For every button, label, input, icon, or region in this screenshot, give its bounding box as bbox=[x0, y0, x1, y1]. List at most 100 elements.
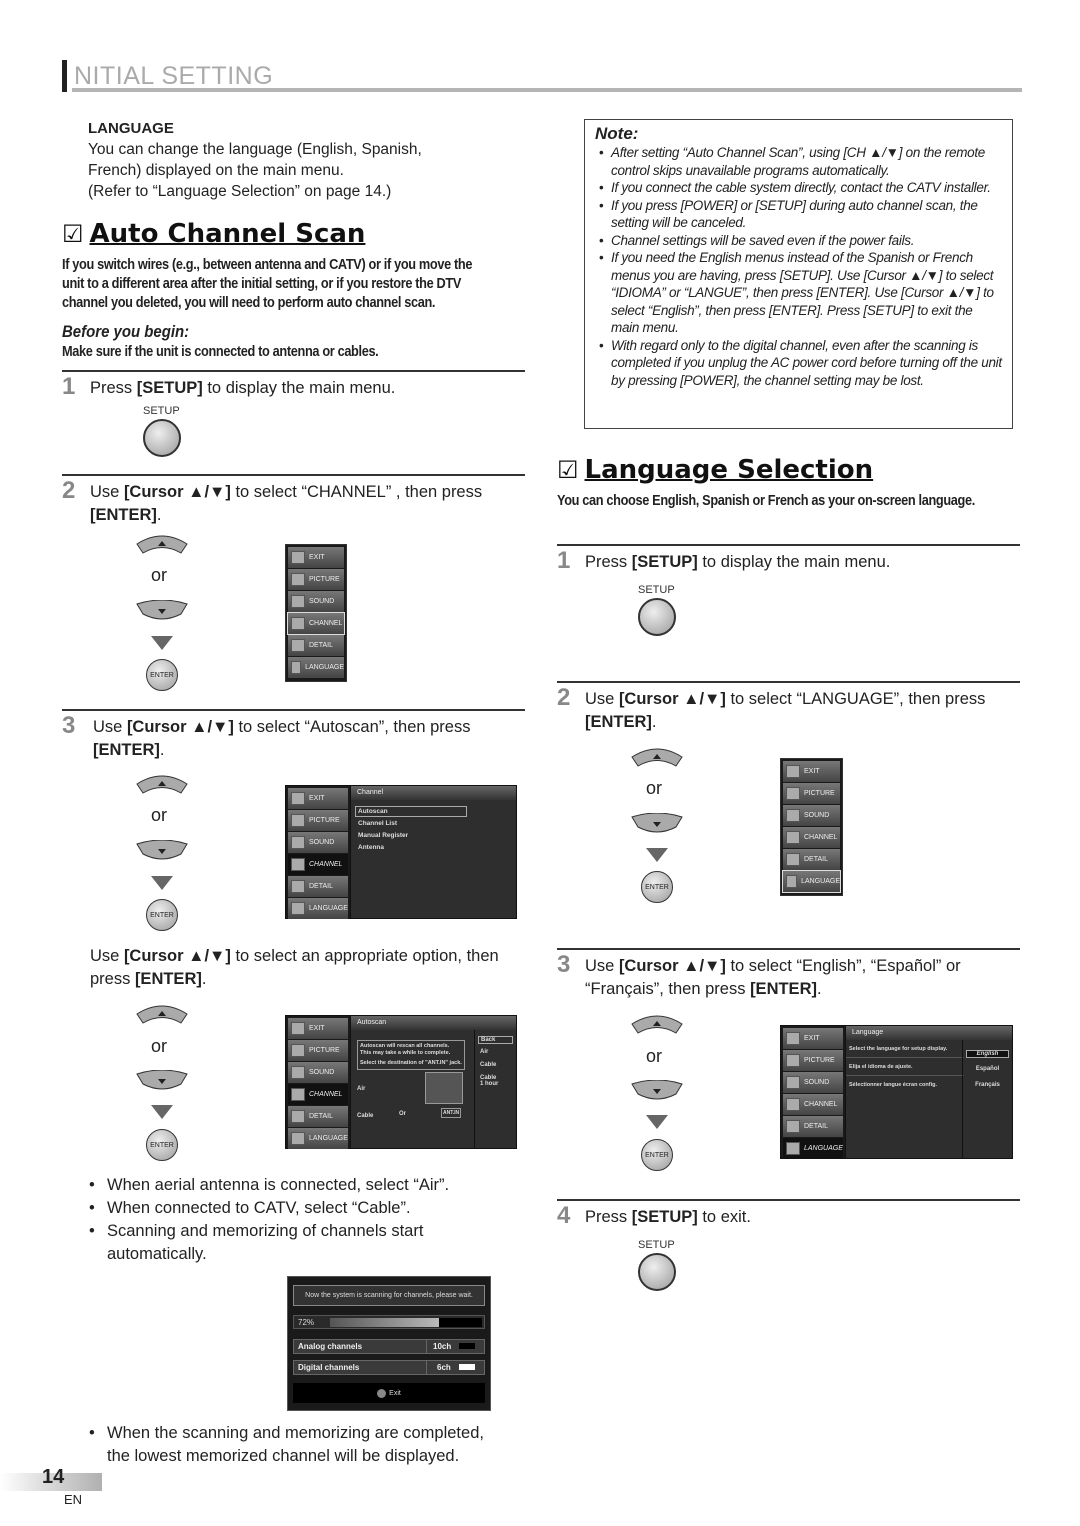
option-cable[interactable]: Cable bbox=[478, 1062, 513, 1068]
menu-item-exit[interactable]: EXIT bbox=[288, 1018, 348, 1039]
menu-item-sound[interactable]: SOUND bbox=[783, 805, 840, 826]
step-text: . bbox=[156, 506, 162, 524]
menu-item-sound[interactable]: SOUND bbox=[783, 1072, 843, 1093]
language-intro: LANGUAGE You can change the language (En… bbox=[88, 118, 518, 202]
menu-label: SOUND bbox=[804, 812, 830, 819]
setup-button[interactable] bbox=[638, 1253, 676, 1291]
menu-item-language[interactable]: LANGUAGE bbox=[288, 898, 348, 919]
menu-item-exit[interactable]: EXIT bbox=[783, 761, 840, 782]
channel-option[interactable]: Antenna bbox=[355, 844, 512, 851]
menu-item-detail[interactable]: DETAIL bbox=[288, 1106, 348, 1127]
step-divider bbox=[557, 544, 1020, 546]
menu-item-channel[interactable]: CHANNEL bbox=[783, 1094, 843, 1115]
option-francais[interactable]: Français bbox=[966, 1082, 1009, 1088]
menu-item-sound[interactable]: SOUND bbox=[288, 591, 344, 612]
detail-icon bbox=[291, 880, 305, 893]
channel-option[interactable]: Channel List bbox=[355, 820, 512, 827]
menu-item-exit[interactable]: EXIT bbox=[288, 547, 344, 568]
menu-item-detail[interactable]: DETAIL bbox=[288, 635, 344, 656]
cursor-up-button[interactable] bbox=[630, 1012, 684, 1034]
menu-item-sound[interactable]: SOUND bbox=[288, 1062, 348, 1083]
detail-icon bbox=[291, 1110, 305, 1123]
menu-item-language[interactable]: LANGUAGE bbox=[782, 870, 841, 893]
option-air[interactable]: Air bbox=[478, 1049, 513, 1055]
menu-item-language[interactable]: LANGUAGE bbox=[288, 1128, 348, 1149]
cursor-up-button[interactable] bbox=[135, 1002, 189, 1024]
step-divider bbox=[557, 1199, 1020, 1201]
menu-item-channel[interactable]: CHANNEL bbox=[288, 1084, 348, 1105]
menu-item-exit[interactable]: EXIT bbox=[783, 1028, 843, 1049]
option-espanol[interactable]: Español bbox=[966, 1066, 1009, 1072]
submenu-header: Channel bbox=[351, 786, 516, 800]
menu-item-sound[interactable]: SOUND bbox=[288, 832, 348, 853]
menu-item-picture[interactable]: PICTURE bbox=[288, 569, 344, 590]
detail-icon bbox=[786, 853, 800, 866]
tv-back-diagram bbox=[425, 1072, 463, 1104]
menu-item-exit[interactable]: EXIT bbox=[288, 788, 348, 809]
menu-item-picture[interactable]: PICTURE bbox=[288, 810, 348, 831]
submenu-header: Language bbox=[846, 1026, 1012, 1040]
enter-button[interactable]: ENTER bbox=[146, 1129, 178, 1161]
exit-icon bbox=[786, 1032, 800, 1045]
language-panel: Language Select the language for setup d… bbox=[845, 1026, 1012, 1158]
step-key: [ENTER] bbox=[90, 506, 157, 524]
picture-icon bbox=[291, 814, 305, 827]
auto-scan-step-2: 2 Use [Cursor ▲/▼] to select “CHANNEL” ,… bbox=[62, 479, 525, 527]
menu-item-channel[interactable]: CHANNEL bbox=[783, 827, 840, 848]
option-english[interactable]: English bbox=[966, 1050, 1009, 1058]
autoscan-message: Autoscan will rescan all channels. This … bbox=[357, 1040, 465, 1070]
cursor-down-button[interactable] bbox=[135, 600, 189, 622]
language-icon bbox=[291, 1132, 305, 1145]
step-text: to display the main menu. bbox=[697, 553, 891, 571]
option-cable-1-hour[interactable]: Cable 1 hour bbox=[478, 1075, 513, 1087]
channel-option-autoscan[interactable]: Autoscan bbox=[355, 806, 467, 817]
cursor-up-button[interactable] bbox=[135, 532, 189, 554]
channel-option[interactable]: Manual Register bbox=[355, 832, 512, 839]
channel-menu-screen: EXIT PICTURE SOUND CHANNEL DETAIL LANGUA… bbox=[285, 785, 517, 919]
menu-label: CHANNEL bbox=[309, 620, 343, 627]
enter-button[interactable]: ENTER bbox=[146, 659, 178, 691]
or-label: or bbox=[151, 805, 168, 825]
menu-item-detail[interactable]: DETAIL bbox=[783, 849, 840, 870]
cursor-up-button[interactable] bbox=[135, 772, 189, 794]
cursor-down-button[interactable] bbox=[630, 813, 684, 835]
menu-item-channel[interactable]: CHANNEL bbox=[287, 612, 345, 635]
language-options: English Español Français bbox=[962, 1040, 1012, 1158]
setup-button[interactable] bbox=[143, 419, 181, 457]
menu-item-picture[interactable]: PICTURE bbox=[783, 783, 840, 804]
enter-button[interactable]: ENTER bbox=[641, 871, 673, 903]
auto-scan-bullets: When aerial antenna is connected, select… bbox=[89, 1174, 529, 1266]
step-divider bbox=[557, 948, 1020, 950]
setup-icon bbox=[377, 1388, 387, 1398]
cursor-down-button[interactable] bbox=[630, 1080, 684, 1102]
cursor-down-button[interactable] bbox=[135, 1070, 189, 1092]
note-list: After setting “Auto Channel Scan”, using… bbox=[595, 144, 1002, 389]
enter-button[interactable]: ENTER bbox=[641, 1139, 673, 1171]
menu-item-channel[interactable]: CHANNEL bbox=[288, 854, 348, 875]
setup-label: SETUP bbox=[143, 405, 180, 417]
menu-label: PICTURE bbox=[804, 1057, 835, 1064]
menu-item-picture[interactable]: PICTURE bbox=[288, 1040, 348, 1061]
menu-item-language[interactable]: LANGUAGE bbox=[783, 1138, 843, 1159]
progress-track bbox=[330, 1317, 482, 1327]
enter-button[interactable]: ENTER bbox=[146, 899, 178, 931]
step-text: . bbox=[651, 713, 657, 731]
language-intro-line: You can change the language (English, Sp… bbox=[88, 141, 422, 158]
cursor-up-button[interactable] bbox=[630, 745, 684, 767]
menu-item-detail[interactable]: DETAIL bbox=[783, 1116, 843, 1137]
cursor-down-button[interactable] bbox=[135, 840, 189, 862]
setup-button[interactable] bbox=[638, 598, 676, 636]
language-heading: LANGUAGE bbox=[88, 120, 174, 137]
menu-item-language[interactable]: LANGUAGE bbox=[288, 657, 344, 678]
option-back[interactable]: Back bbox=[478, 1036, 513, 1044]
picture-icon bbox=[291, 573, 305, 586]
auto-scan-step-option: Use [Cursor ▲/▼] to select an appropriat… bbox=[62, 945, 532, 991]
menu-item-detail[interactable]: DETAIL bbox=[288, 876, 348, 897]
menu-item-picture[interactable]: PICTURE bbox=[783, 1050, 843, 1071]
digital-label: Digital channels bbox=[298, 1363, 360, 1372]
step-text: . bbox=[816, 980, 822, 998]
step-number: 3 bbox=[557, 951, 571, 978]
auto-scan-step-3: 3 Use [Cursor ▲/▼] to select “Autoscan”,… bbox=[62, 714, 525, 762]
page-language: EN bbox=[64, 1492, 83, 1507]
exit-bar[interactable]: Exit bbox=[293, 1383, 485, 1403]
